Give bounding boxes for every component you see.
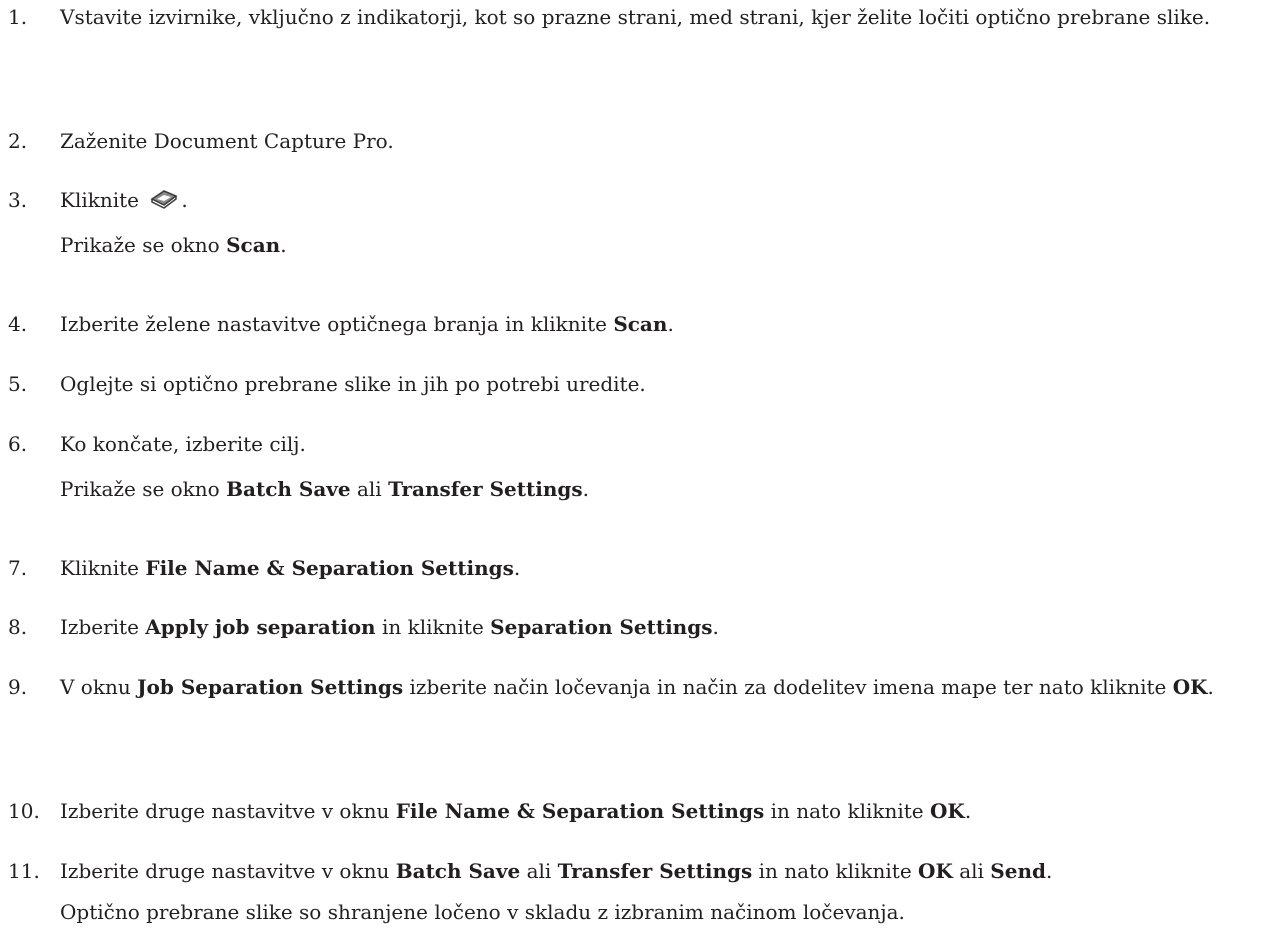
step-number: 2. bbox=[8, 129, 28, 153]
step-text: Ko končate, izberite cilj. bbox=[60, 432, 306, 456]
step-text: Zaženite Document Capture Pro. bbox=[60, 129, 394, 153]
step-result: Optično prebrane slike so shranjene loče… bbox=[60, 900, 905, 924]
step-number: 8. bbox=[8, 615, 28, 639]
step-number: 7. bbox=[8, 556, 28, 580]
step-text: Oglejte si optično prebrane slike in jih… bbox=[60, 372, 646, 396]
step-number: 9. bbox=[8, 675, 28, 699]
step-text: Izberite želene nastavitve optičnega bra… bbox=[60, 312, 674, 336]
step-text: Izberite druge nastavitve v oknu Batch S… bbox=[60, 859, 1053, 883]
step-number: 10. bbox=[8, 799, 40, 823]
step-number: 5. bbox=[8, 372, 28, 396]
step-text: Izberite Apply job separation in kliknit… bbox=[60, 615, 719, 639]
step-number: 1. bbox=[8, 5, 28, 29]
step-number: 4. bbox=[8, 312, 28, 336]
step-number: 3. bbox=[8, 188, 28, 212]
step-text: Izberite druge nastavitve v oknu File Na… bbox=[60, 799, 972, 823]
step-text: V oknu Job Separation Settings izberite … bbox=[60, 675, 1214, 699]
step-result: Prikaže se okno Batch Save ali Transfer … bbox=[60, 477, 590, 501]
step-number: 6. bbox=[8, 432, 28, 456]
step-text: Vstavite izvirnike, vključno z indikator… bbox=[60, 5, 1211, 29]
scan-icon bbox=[150, 190, 178, 209]
step-text: Kliknite . bbox=[60, 188, 188, 212]
step-result: Prikaže se okno Scan. bbox=[60, 233, 287, 257]
step-text: Kliknite File Name & Separation Settings… bbox=[60, 556, 521, 580]
step-number: 11. bbox=[8, 859, 40, 883]
instruction-steps: 1. Vstavite izvirnike, vključno z indika… bbox=[0, 0, 1261, 933]
